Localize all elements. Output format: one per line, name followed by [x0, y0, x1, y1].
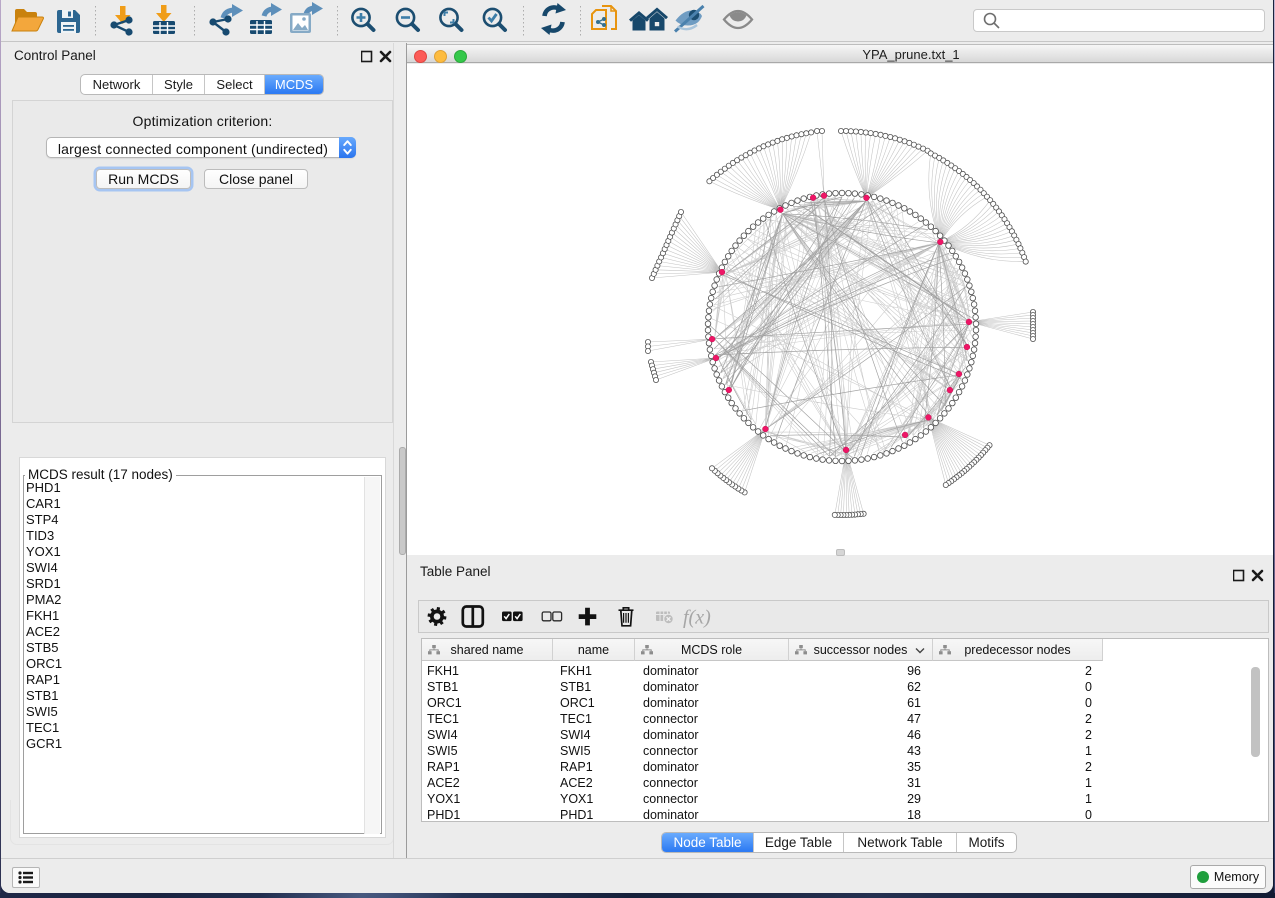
- svg-text:f(x): f(x): [683, 607, 711, 629]
